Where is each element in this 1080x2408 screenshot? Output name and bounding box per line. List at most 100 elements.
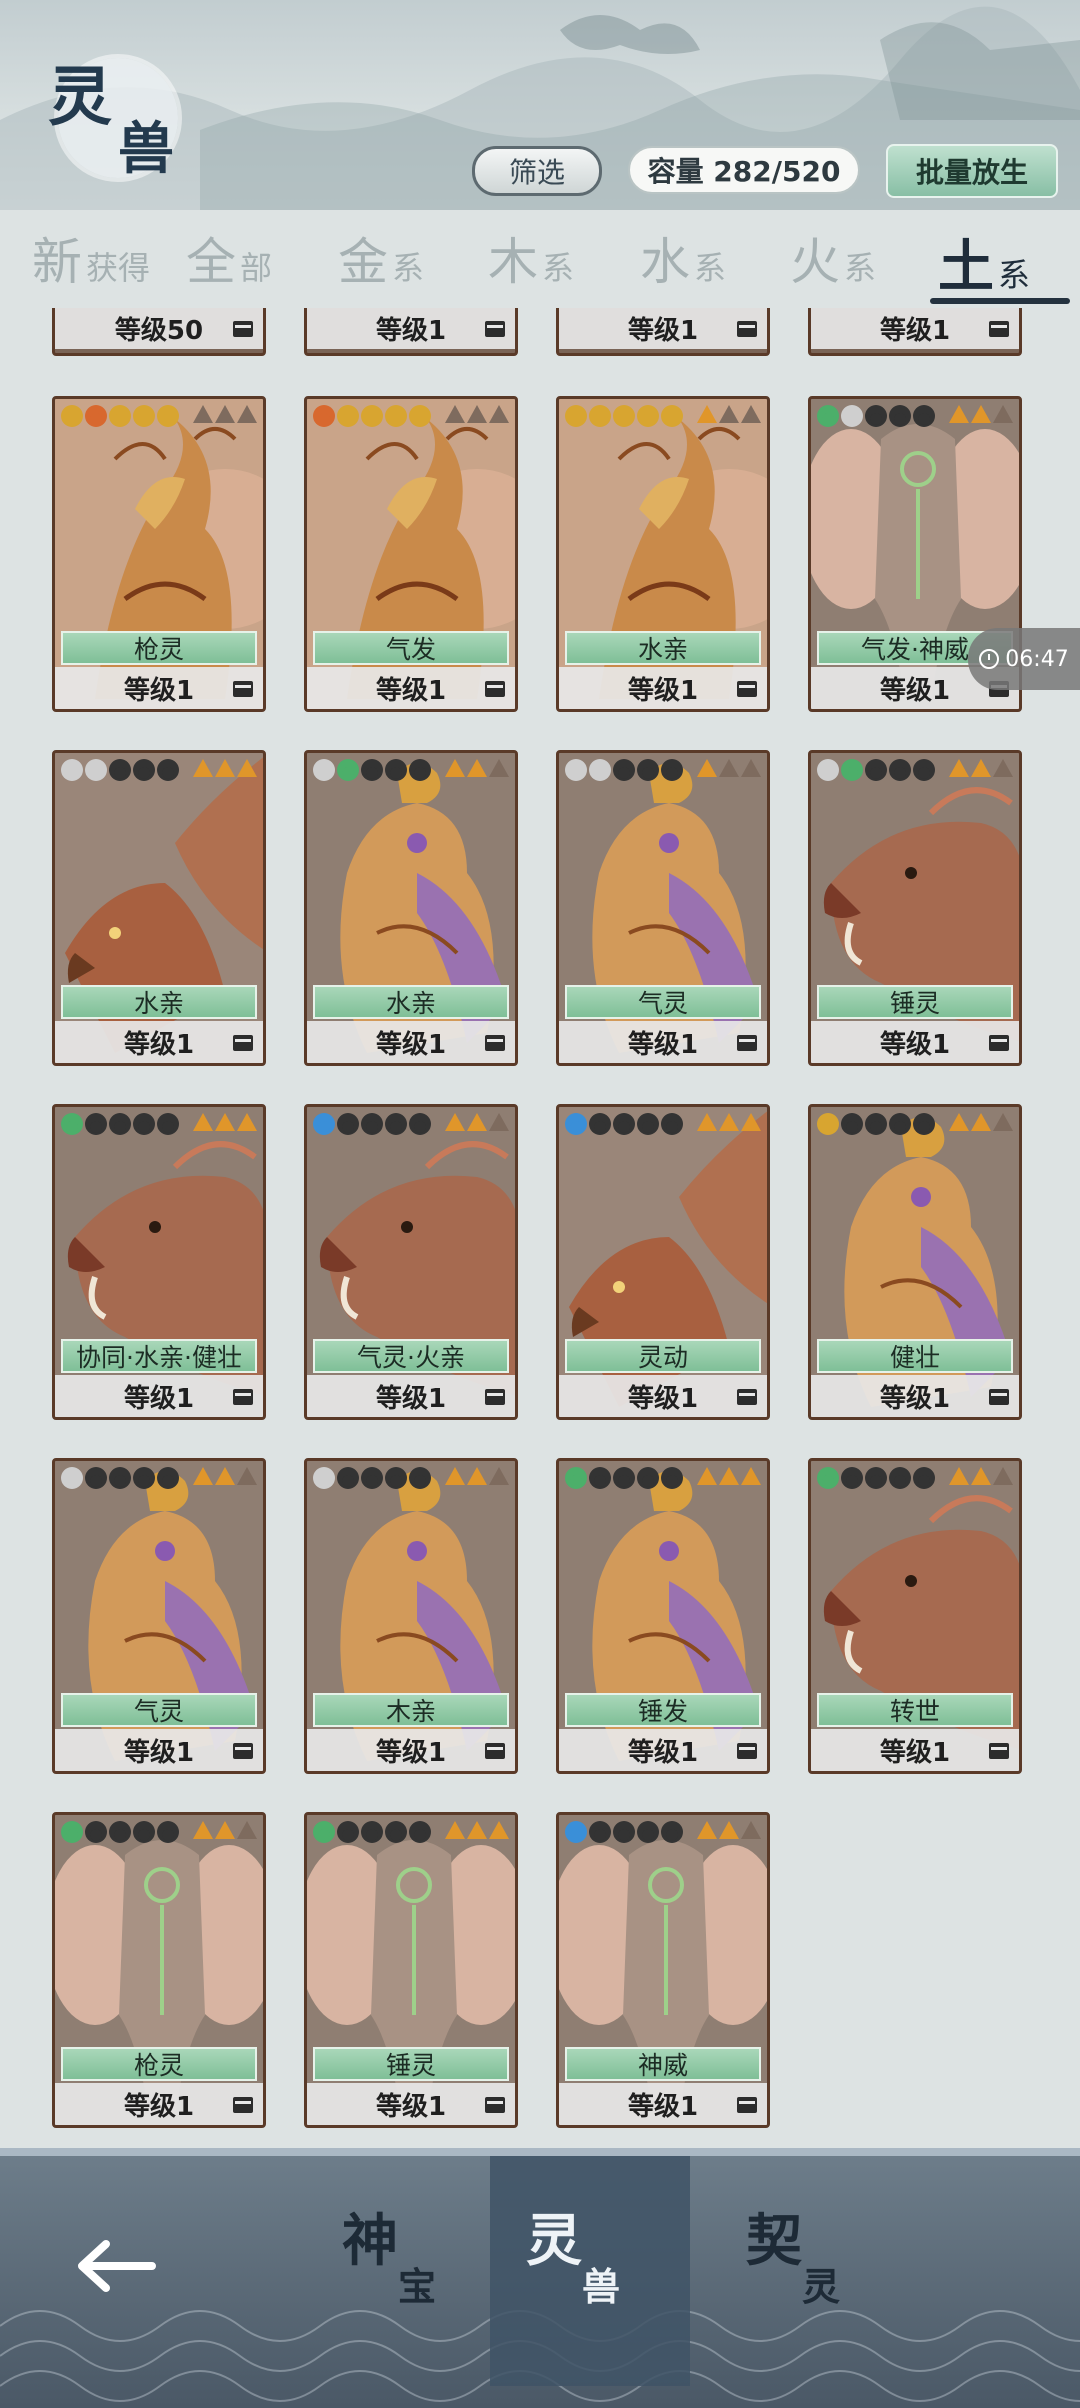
rarity-paw-icon: [313, 759, 335, 781]
beast-card[interactable]: 协同·水亲·健壮 等级1: [52, 1104, 266, 1420]
lock-icon[interactable]: [485, 1743, 505, 1759]
beast-card[interactable]: 水亲 等级1: [52, 750, 266, 1066]
star-triangle-icon: [719, 1113, 739, 1131]
lock-icon[interactable]: [233, 2097, 253, 2113]
beast-card-partial[interactable]: 等级1: [304, 308, 518, 356]
beast-card[interactable]: 神威 等级1: [556, 1812, 770, 2128]
beast-card-partial[interactable]: 等级1: [808, 308, 1022, 356]
beast-card[interactable]: 气灵 等级1: [556, 750, 770, 1066]
beast-card[interactable]: 气灵 等级1: [52, 1458, 266, 1774]
trait-label: 灵动: [565, 1339, 761, 1373]
lock-icon[interactable]: [989, 321, 1009, 337]
level-label: 等级1: [559, 1021, 767, 1063]
beast-card[interactable]: 锤灵 等级1: [304, 1812, 518, 2128]
time-bubble[interactable]: 06:47: [968, 628, 1080, 690]
lock-icon[interactable]: [233, 1389, 253, 1405]
tab-new[interactable]: 新获得: [32, 222, 150, 304]
tab-water[interactable]: 水系: [640, 222, 726, 304]
filter-button[interactable]: 筛选: [472, 146, 602, 196]
tab-new-small: 获得: [86, 249, 151, 287]
lock-icon[interactable]: [737, 681, 757, 697]
lock-icon[interactable]: [989, 1389, 1009, 1405]
beast-card[interactable]: 气灵·火亲 等级1: [304, 1104, 518, 1420]
tab-wood[interactable]: 木系: [488, 222, 574, 304]
lock-icon[interactable]: [737, 321, 757, 337]
star-triangle-icon: [993, 759, 1013, 777]
lock-icon[interactable]: [233, 1035, 253, 1051]
star-rating: [193, 1467, 257, 1485]
star-rating: [697, 1821, 761, 1839]
beast-card-partial[interactable]: 等级50: [52, 308, 266, 356]
trait-label: 木亲: [313, 1693, 509, 1727]
lock-icon[interactable]: [989, 1035, 1009, 1051]
lock-icon[interactable]: [233, 321, 253, 337]
rarity-paws: [313, 1821, 431, 1845]
beast-card[interactable]: 转世 等级1: [808, 1458, 1022, 1774]
beast-card[interactable]: 健壮 等级1: [808, 1104, 1022, 1420]
rarity-paw-icon: [637, 1467, 659, 1489]
tab-earth[interactable]: 土系: [938, 222, 1030, 304]
star-triangle-icon: [949, 405, 969, 423]
level-label: 等级1: [55, 1021, 263, 1063]
rarity-paw-icon: [661, 405, 683, 427]
star-triangle-icon: [993, 1467, 1013, 1485]
star-triangle-icon: [237, 1113, 257, 1131]
tab-all[interactable]: 全部: [186, 222, 272, 304]
tab-metal[interactable]: 金系: [338, 222, 424, 304]
back-arrow-icon[interactable]: [72, 2236, 156, 2296]
rarity-paw-icon: [865, 759, 887, 781]
tab-fire[interactable]: 火系: [790, 222, 876, 304]
rarity-paw-icon: [409, 1467, 431, 1489]
lock-icon[interactable]: [485, 1035, 505, 1051]
nav-treasure[interactable]: 神 宝: [306, 2196, 506, 2346]
trait-label: 气灵·火亲: [313, 1339, 509, 1373]
rarity-paw-icon: [661, 759, 683, 781]
beast-card[interactable]: 灵动 等级1: [556, 1104, 770, 1420]
logo-char-2: 兽: [118, 116, 174, 182]
star-rating: [697, 1113, 761, 1131]
rarity-paw-icon: [109, 1467, 131, 1489]
star-triangle-icon: [489, 1467, 509, 1485]
star-triangle-icon: [467, 759, 487, 777]
rarity-paw-icon: [589, 405, 611, 427]
lock-icon[interactable]: [737, 1035, 757, 1051]
beast-grid[interactable]: 等级50 等级1 等级1 等级1 枪灵 等级1 气发 等级1 水亲 等级1 气发·神威 等级1 水亲 等级…: [0, 308, 1080, 2148]
lock-icon[interactable]: [485, 681, 505, 697]
level-label: 等级1: [559, 1375, 767, 1417]
beast-card[interactable]: 枪灵 等级1: [52, 1812, 266, 2128]
level-label: 等级1: [811, 308, 1019, 349]
rarity-paw-icon: [361, 405, 383, 427]
rarity-paw-icon: [133, 1113, 155, 1135]
lock-icon[interactable]: [485, 1389, 505, 1405]
star-triangle-icon: [993, 405, 1013, 423]
nav-contract[interactable]: 契 灵: [710, 2196, 910, 2346]
beast-card[interactable]: 锤灵 等级1: [808, 750, 1022, 1066]
star-triangle-icon: [445, 759, 465, 777]
rarity-paw-icon: [661, 1821, 683, 1843]
rarity-paw-icon: [85, 405, 107, 427]
beast-card[interactable]: 水亲 等级1: [304, 750, 518, 1066]
lock-icon[interactable]: [737, 2097, 757, 2113]
beast-card[interactable]: 锤发 等级1: [556, 1458, 770, 1774]
nav-beasts[interactable]: 灵 兽: [490, 2156, 690, 2386]
lock-icon[interactable]: [737, 1743, 757, 1759]
beast-card[interactable]: 枪灵 等级1: [52, 396, 266, 712]
rarity-paw-icon: [385, 759, 407, 781]
rarity-paws: [313, 759, 431, 783]
level-label: 等级1: [307, 667, 515, 709]
star-triangle-icon: [193, 759, 213, 777]
lock-icon[interactable]: [989, 1743, 1009, 1759]
beast-card[interactable]: 木亲 等级1: [304, 1458, 518, 1774]
rarity-paws: [817, 405, 935, 429]
lock-icon[interactable]: [233, 1743, 253, 1759]
batch-release-button[interactable]: 批量放生: [886, 144, 1058, 198]
lock-icon[interactable]: [737, 1389, 757, 1405]
nav-contract-small: 灵: [802, 2264, 841, 2309]
beast-card[interactable]: 气发 等级1: [304, 396, 518, 712]
beast-card[interactable]: 水亲 等级1: [556, 396, 770, 712]
lock-icon[interactable]: [485, 2097, 505, 2113]
lock-icon[interactable]: [485, 321, 505, 337]
star-triangle-icon: [215, 1821, 235, 1839]
lock-icon[interactable]: [233, 681, 253, 697]
beast-card-partial[interactable]: 等级1: [556, 308, 770, 356]
